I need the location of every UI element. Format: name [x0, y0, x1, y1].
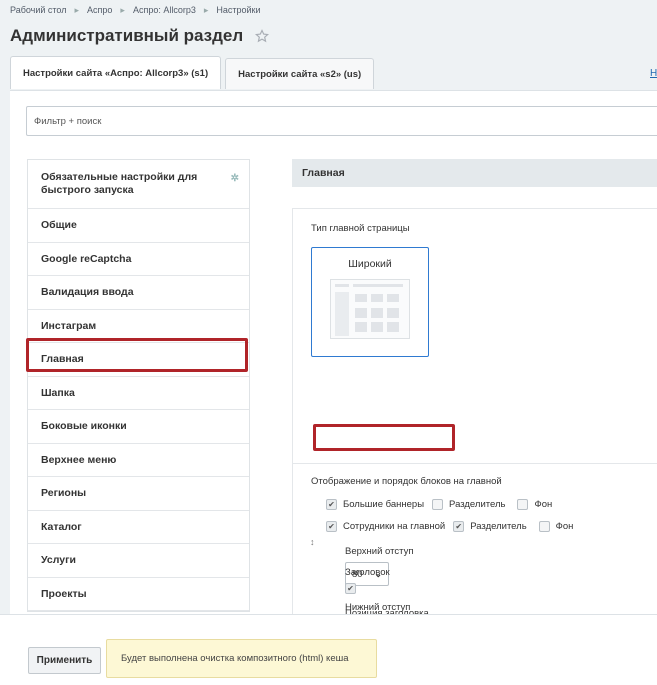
breadcrumb-separator-icon: ▸	[74, 5, 80, 15]
breadcrumb-separator-icon: ▸	[120, 5, 125, 15]
divider	[293, 463, 657, 464]
highlight-employees-row	[313, 424, 455, 451]
page-title: Административный раздел	[10, 26, 244, 45]
tab-site-s2[interactable]: Настройки сайта «s2» (us)	[225, 58, 375, 89]
menu-item-regions[interactable]: Регионы	[28, 477, 249, 511]
block-name: Большие баннеры	[343, 499, 425, 510]
menu-item-projects[interactable]: Проекты	[28, 578, 249, 611]
help-link[interactable]: Н	[650, 68, 657, 79]
big-banners-checkbox[interactable]: ✔	[326, 499, 337, 510]
employees-background-checkbox[interactable]	[538, 521, 550, 532]
block-row-big-banners: ✔ Большие баннеры Разделитель Фон	[326, 499, 552, 510]
big-banners-separator-checkbox[interactable]	[432, 499, 444, 510]
layout-thumbnail-icon	[330, 279, 410, 339]
separator-label: Разделитель	[470, 521, 527, 532]
breadcrumb: Рабочий стол ▸ Аспро ▸ Аспро: Allcorp3 ▸…	[10, 5, 261, 16]
menu-item-catalog[interactable]: Каталог	[28, 511, 249, 544]
employees-separator-checkbox[interactable]: ✔	[453, 521, 465, 532]
top-margin-label: Верхний отступ	[345, 546, 414, 557]
breadcrumb-item[interactable]: Рабочий стол	[10, 5, 67, 16]
blocks-order-label: Отображение и порядок блоков на главной	[311, 476, 502, 487]
filter-search-input[interactable]: Фильтр + поиск	[26, 106, 657, 136]
settings-menu: Обязательные настройки для быстрого запу…	[27, 159, 250, 612]
star-icon[interactable]	[255, 29, 270, 43]
menu-item-top-menu[interactable]: Верхнее меню	[28, 444, 249, 477]
big-banners-background-checkbox[interactable]	[517, 499, 529, 510]
page-type-option-wide[interactable]: Широкий	[311, 247, 429, 357]
breadcrumb-separator-icon: ▸	[203, 5, 209, 15]
page-type-option-label: Широкий	[348, 258, 392, 270]
breadcrumb-item[interactable]: Настройки	[216, 5, 260, 16]
highlight-menu-main	[26, 338, 248, 372]
block-name: Сотрудники на главной	[343, 521, 446, 532]
block-row-employees: ✔ Сотрудники на главной ✔ Разделитель Фо…	[326, 521, 573, 532]
menu-item-recaptcha[interactable]: Google reCaptcha	[28, 243, 249, 276]
menu-item-general[interactable]: Общие	[28, 209, 249, 243]
menu-item-side-icons[interactable]: Боковые иконки	[28, 410, 249, 444]
site-tabs: Настройки сайта «Аспро: Allcorp3» (s1) Н…	[10, 56, 375, 89]
heading-checkbox[interactable]: ✔	[345, 583, 356, 594]
menu-item-header[interactable]: Шапка	[28, 377, 249, 410]
footer-bar: Применить Будет выполнена очистка композ…	[0, 614, 657, 685]
cache-notice: Будет выполнена очистка композитного (ht…	[106, 639, 377, 678]
background-label: Фон	[534, 499, 553, 510]
menu-item-label: Обязательные настройки для быстрого запу…	[41, 171, 198, 196]
breadcrumb-item[interactable]: Аспро: Allcorp3	[133, 5, 196, 16]
menu-item-services[interactable]: Услуги	[28, 544, 249, 578]
menu-item-required-settings[interactable]: Обязательные настройки для быстрого запу…	[28, 160, 249, 209]
apply-button[interactable]: Применить	[28, 647, 101, 674]
drag-handle-icon[interactable]: ↕	[310, 537, 315, 547]
pin-icon: ✲	[230, 173, 239, 184]
breadcrumb-item[interactable]: Аспро	[87, 5, 112, 16]
employees-checkbox[interactable]: ✔	[326, 521, 337, 532]
background-label: Фон	[555, 521, 574, 532]
tab-site-s1[interactable]: Настройки сайта «Аспро: Allcorp3» (s1)	[10, 56, 222, 89]
separator-label: Разделитель	[449, 499, 506, 510]
title-row: Административный раздел	[10, 26, 270, 46]
heading-label: Заголовок	[345, 567, 390, 578]
section-title: Главная	[292, 159, 657, 187]
menu-item-input-validation[interactable]: Валидация ввода	[28, 276, 249, 310]
page-type-label: Тип главной страницы	[311, 223, 410, 234]
